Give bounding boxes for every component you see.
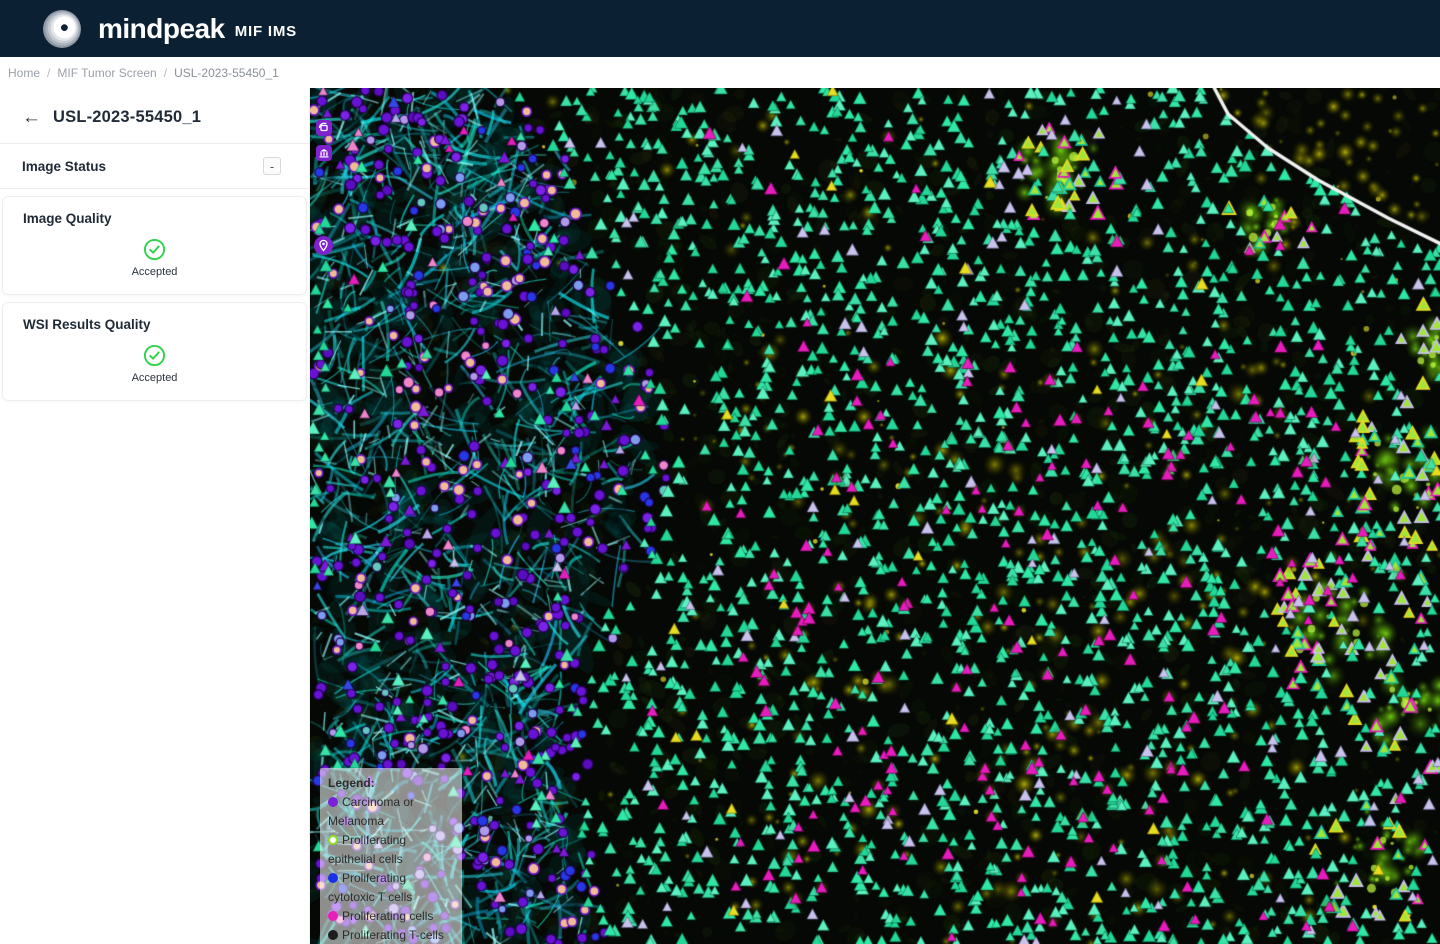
- legend-item-label: Proliferating epithelial cells: [328, 833, 407, 866]
- back-button[interactable]: ←: [22, 108, 41, 127]
- legend-title: Legend:: [328, 776, 375, 790]
- accepted-check-icon: [143, 344, 166, 367]
- legend-dot-icon: [328, 873, 338, 883]
- wsi-results-quality-status: Accepted: [131, 372, 178, 384]
- wsi-results-quality-label: WSI Results Quality: [23, 317, 151, 332]
- image-quality-card: Image Quality Accepted: [2, 196, 307, 295]
- wsi-viewer: Legend: Carcinoma or Melanoma Proliferati…: [310, 88, 1440, 944]
- location-pin-icon: [319, 239, 328, 252]
- wsi-results-quality-card: WSI Results Quality Accepted: [2, 302, 307, 401]
- building-button[interactable]: [316, 145, 332, 161]
- image-status-label: Image Status: [22, 158, 107, 174]
- legend-item-label: Proliferating cells: [342, 909, 434, 923]
- rotate-icon: [318, 122, 328, 132]
- image-quality-label: Image Quality: [23, 211, 112, 226]
- page-title: USL-2023-55450_1: [53, 108, 202, 126]
- app-header: mindpeak MIF IMS: [0, 0, 1440, 57]
- location-pin-button[interactable]: [314, 236, 333, 255]
- rotate-view-button[interactable]: [316, 120, 332, 136]
- accepted-check-icon: [143, 238, 166, 261]
- legend-dot-icon: [328, 911, 338, 921]
- breadcrumb-separator: /: [47, 65, 51, 80]
- legend-item: Proliferating T-cells: [328, 926, 454, 944]
- building-icon: [319, 149, 329, 158]
- breadcrumb-home[interactable]: Home: [8, 66, 40, 80]
- collapse-button[interactable]: -: [263, 157, 281, 175]
- wsi-image-canvas[interactable]: [310, 88, 1440, 944]
- legend-item-label: Proliferating cytotoxic T cells: [328, 871, 413, 904]
- legend-dot-icon: [328, 930, 338, 940]
- legend-item-label: Carcinoma or Melanoma: [328, 795, 415, 828]
- divider: [0, 188, 309, 189]
- legend-item-label: Proliferating T-cells: [342, 928, 444, 942]
- sidebar: ← USL-2023-55450_1 Image Status - Image …: [0, 88, 310, 944]
- breadcrumb-separator: /: [163, 65, 168, 80]
- legend-dot-icon: [328, 797, 338, 807]
- legend-panel: Legend: Carcinoma or Melanoma Proliferati…: [320, 768, 462, 944]
- breadcrumb-current: USL-2023-55450_1: [174, 65, 279, 80]
- legend-item: Proliferating epithelial cells: [328, 831, 454, 869]
- brand-name: mindpeak: [98, 12, 225, 44]
- mindpeak-logo-icon: [43, 9, 81, 48]
- legend-item: Proliferating cytotoxic T cells: [328, 869, 454, 907]
- legend-item: Carcinoma or Melanoma: [328, 793, 454, 831]
- image-quality-status: Accepted: [131, 266, 178, 278]
- legend-open-circle-icon: [328, 835, 338, 845]
- legend-item: Proliferating cells: [328, 907, 454, 926]
- breadcrumb-mif-tumor-screen[interactable]: MIF Tumor Screen: [57, 66, 156, 80]
- product-name: MIF IMS: [234, 23, 297, 40]
- breadcrumb: Home / MIF Tumor Screen / USL-2023-55450…: [0, 57, 1440, 88]
